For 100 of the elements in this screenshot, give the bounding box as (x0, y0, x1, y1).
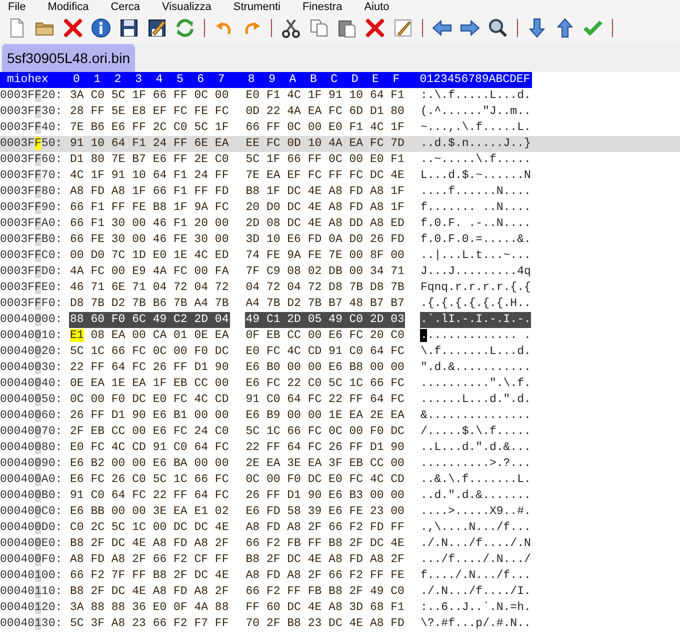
ascii-text[interactable]: :.\.f.....L...d. (420, 88, 531, 104)
hex-bytes[interactable]: 20 D0 DC 4E A8 FD A8 1F (244, 200, 406, 216)
ascii-text[interactable]: ....>.....X9..#. (420, 504, 531, 520)
hex-bytes[interactable]: 4C 1F 91 10 64 F1 24 FF (69, 168, 230, 184)
hex-bytes[interactable]: C0 2C 5C 1C 00 DC DC 4E (69, 520, 230, 536)
hex-bytes[interactable]: B8 2F DC 4E A8 FD A8 2F (244, 552, 406, 568)
ascii-text[interactable]: .............. . (420, 328, 531, 344)
hex-bytes[interactable]: E6 B2 00 00 E6 BA 00 00 (69, 456, 230, 472)
hex-bytes[interactable]: D8 7B D2 7B B6 7B A4 7B (69, 296, 230, 312)
hex-bytes[interactable]: E1 08 EA 00 CA 01 0E EA (69, 328, 230, 344)
hex-bytes[interactable]: 5C 1C 66 FC 0C 00 F0 DC (69, 344, 230, 360)
hex-bytes[interactable]: EE FC 0D 10 4A EA FC 7D (244, 136, 406, 152)
hex-bytes[interactable]: 66 FF 0C 00 E0 F1 4C 1F (244, 120, 406, 136)
hex-bytes[interactable]: 66 F1 FF FE B8 1F 9A FC (69, 200, 230, 216)
ascii-text[interactable]: ./.N.../f..../I. (420, 584, 531, 600)
ascii-text[interactable]: f.0.F.0.=.....&. (420, 232, 531, 248)
ascii-text[interactable]: ......L...d.".d. (420, 392, 531, 408)
hex-bytes[interactable]: 00 D0 7C 1D E0 1E 4C ED (69, 248, 230, 264)
ascii-text[interactable]: ..&.\.f.......L. (420, 472, 531, 488)
hex-bytes[interactable]: 3A 88 88 36 E0 0F 4A 88 (69, 600, 230, 616)
left-arrow-icon[interactable] (431, 17, 453, 39)
ascii-text[interactable]: .../f..../.N.../ (420, 552, 531, 568)
hex-bytes[interactable]: A4 7B D2 7B B7 48 B7 B7 (244, 296, 406, 312)
file-tab[interactable]: 5sf30905L48.ori.bin (2, 44, 135, 72)
ascii-text[interactable]: ..L...d.".d.&... (420, 440, 531, 456)
ascii-text[interactable]: Fqnq.r.r.r.r.{.{ (420, 280, 531, 296)
hex-bytes[interactable]: 66 FE 30 00 46 FE 30 00 (69, 232, 230, 248)
hex-bytes[interactable]: 4A FC 00 E9 4A FC 00 FA (69, 264, 230, 280)
ascii-text[interactable]: ~...,.\.f.....L. (420, 120, 531, 136)
hex-bytes[interactable]: 91 10 64 F1 24 FF 6E EA (69, 136, 230, 152)
hex-bytes[interactable]: 28 FF 5E E8 EF FC FE FC (69, 104, 230, 120)
menu-item[interactable]: File (8, 1, 26, 13)
ascii-text[interactable]: .{.{.{.{.{.{.H.. (420, 296, 531, 312)
ascii-text[interactable]: f....... ..N.... (420, 200, 531, 216)
save-as-icon[interactable] (146, 17, 168, 39)
ascii-text[interactable]: ....f......N.... (420, 184, 531, 200)
hex-bytes[interactable]: E0 FC 4C CD 91 C0 64 FC (69, 440, 230, 456)
hex-bytes[interactable]: 66 F1 30 00 46 F1 20 00 (69, 216, 230, 232)
close-icon[interactable] (62, 17, 84, 39)
ascii-text[interactable]: ..........>.?... (420, 456, 531, 472)
reload-icon[interactable] (174, 17, 196, 39)
hex-bytes[interactable]: 66 F2 FF FB B8 2F 49 C0 (244, 584, 406, 600)
hex-bytes[interactable]: E6 BB 00 00 3E EA E1 02 (69, 504, 230, 520)
menu-item[interactable]: Modifica (48, 1, 89, 13)
ascii-text[interactable]: \.f.......L...d. (420, 344, 531, 360)
ascii-text[interactable]: ./.N.../f..../.N (420, 536, 531, 552)
hex-bytes[interactable]: E6 B9 00 00 1E EA 2E EA (244, 408, 406, 424)
up-arrow-icon[interactable] (554, 17, 576, 39)
hex-bytes[interactable]: 0C 00 F0 DC E0 FC 4C CD (244, 472, 406, 488)
menu-item[interactable]: Finestra (302, 1, 342, 13)
menu-item[interactable]: Cerca (110, 1, 140, 13)
hex-bytes[interactable]: 66 F2 FB FF B8 2F DC 4E (244, 536, 406, 552)
hex-bytes[interactable]: 5C 1C 66 FC 0C 00 F0 DC (244, 424, 406, 440)
hex-bytes[interactable]: 5C 1F 66 FF 0C 00 E0 F1 (244, 152, 406, 168)
down-arrow-icon[interactable] (526, 17, 548, 39)
hex-bytes[interactable]: E6 FD 58 39 E6 FE 23 00 (244, 504, 406, 520)
hex-bytes[interactable]: D1 80 7E B7 E6 FF 2E C0 (69, 152, 230, 168)
ascii-text[interactable]: J...J.........4q (420, 264, 531, 280)
hex-bytes[interactable]: 91 C0 64 FC 22 FF 64 FC (244, 392, 406, 408)
pencil-icon[interactable] (392, 17, 414, 39)
hex-bytes[interactable]: 26 FF D1 90 E6 B1 00 00 (69, 408, 230, 424)
menu-item[interactable]: Strumenti (233, 1, 280, 13)
ascii-text[interactable]: ..d.$.n.....J..} (420, 136, 531, 152)
hex-bytes[interactable]: 2F EB CC 00 E6 FC 24 C0 (69, 424, 230, 440)
ascii-text[interactable]: (.^......"J..m.. (420, 104, 531, 120)
hex-bytes[interactable]: 22 FF 64 FC 26 FF D1 90 (69, 360, 230, 376)
hex-bytes[interactable]: 3A C0 5C 1F 66 FF 0C 00 (69, 88, 230, 104)
hex-bytes[interactable]: 46 71 6E 71 04 72 04 72 (69, 280, 230, 296)
hex-bytes[interactable]: 7F C9 08 02 DB 00 34 71 (244, 264, 406, 280)
hex-bytes[interactable]: E6 FC 26 C0 5C 1C 66 FC (69, 472, 230, 488)
hex-bytes[interactable]: 0C 00 F0 DC E0 FC 4C CD (69, 392, 230, 408)
right-arrow-icon[interactable] (459, 17, 481, 39)
ascii-text[interactable]: ..d.".d.&....... (420, 488, 531, 504)
info-icon[interactable] (90, 17, 112, 39)
hex-bytes[interactable]: E0 FC 4C CD 91 C0 64 FC (244, 344, 406, 360)
ascii-text[interactable]: ..|...L.t...~... (420, 248, 531, 264)
hex-bytes[interactable]: A8 FD A8 2F 66 F2 CF FF (69, 552, 230, 568)
hex-bytes[interactable]: 26 FF D1 90 E6 B3 00 00 (244, 488, 406, 504)
hex-bytes[interactable]: 66 F2 7F FF B8 2F DC 4E (69, 568, 230, 584)
ascii-text[interactable]: .,\....N.../f... (420, 520, 531, 536)
hex-bytes[interactable]: 22 FF 64 FC 26 FF D1 90 (244, 440, 406, 456)
save-icon[interactable] (118, 17, 140, 39)
x-icon[interactable] (364, 17, 386, 39)
scissors-icon[interactable] (280, 17, 302, 39)
hex-bytes[interactable]: 0E EA 1E EA 1F EB CC 00 (69, 376, 230, 392)
hex-bytes[interactable]: 04 72 04 72 D8 7B D8 7B (244, 280, 406, 296)
hex-bytes[interactable]: 0D 22 4A EA FC 6D D1 80 (244, 104, 406, 120)
hex-bytes[interactable]: A8 FD A8 2F 66 F2 FD FF (244, 520, 406, 536)
hex-bytes[interactable]: 0F EB CC 00 E6 FC 20 C0 (244, 328, 406, 344)
ascii-text[interactable]: ..~.....\.f..... (420, 152, 531, 168)
hex-bytes[interactable]: 5C 3F A8 23 66 F2 F7 FF (69, 616, 230, 632)
ascii-text[interactable]: L...d.$.~......N (420, 168, 531, 184)
hex-bytes[interactable]: E0 F1 4C 1F 91 10 64 F1 (244, 88, 406, 104)
search-icon[interactable] (487, 17, 509, 39)
hex-bytes[interactable]: A8 FD A8 2F 66 F2 FF FE (244, 568, 406, 584)
hex-bytes[interactable]: B8 2F DC 4E A8 FD A8 2F (69, 536, 230, 552)
ascii-text[interactable]: ..........".\.f. (420, 376, 531, 392)
hex-bytes[interactable]: 2E EA 3E EA 3F EB CC 00 (244, 456, 406, 472)
hex-bytes[interactable]: 88 60 F0 6C 49 C2 2D 04 (69, 312, 230, 328)
hex-bytes[interactable]: A8 FD A8 1F 66 F1 FF FD (69, 184, 230, 200)
